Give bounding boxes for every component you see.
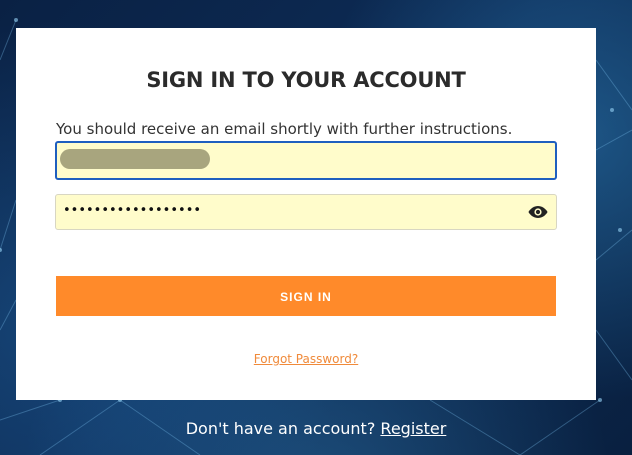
register-prompt-text: Don't have an account? — [185, 419, 376, 438]
password-field[interactable]: •••••••••••••••••• — [55, 194, 557, 230]
password-value: •••••••••••••••••• — [63, 203, 202, 218]
sign-in-button[interactable]: SIGN IN — [56, 276, 556, 316]
page-title: SIGN IN TO YOUR ACCOUNT — [146, 68, 466, 92]
eye-icon[interactable] — [528, 204, 548, 220]
email-field[interactable] — [55, 141, 557, 180]
register-prompt: Don't have an account? Register — [0, 419, 632, 438]
register-link[interactable]: Register — [380, 419, 446, 438]
signin-card: SIGN IN TO YOUR ACCOUNT You should recei… — [16, 28, 596, 400]
redacted-email-value — [60, 149, 210, 169]
info-message: You should receive an email shortly with… — [56, 120, 513, 138]
forgot-password-link[interactable]: Forgot Password? — [16, 352, 596, 366]
